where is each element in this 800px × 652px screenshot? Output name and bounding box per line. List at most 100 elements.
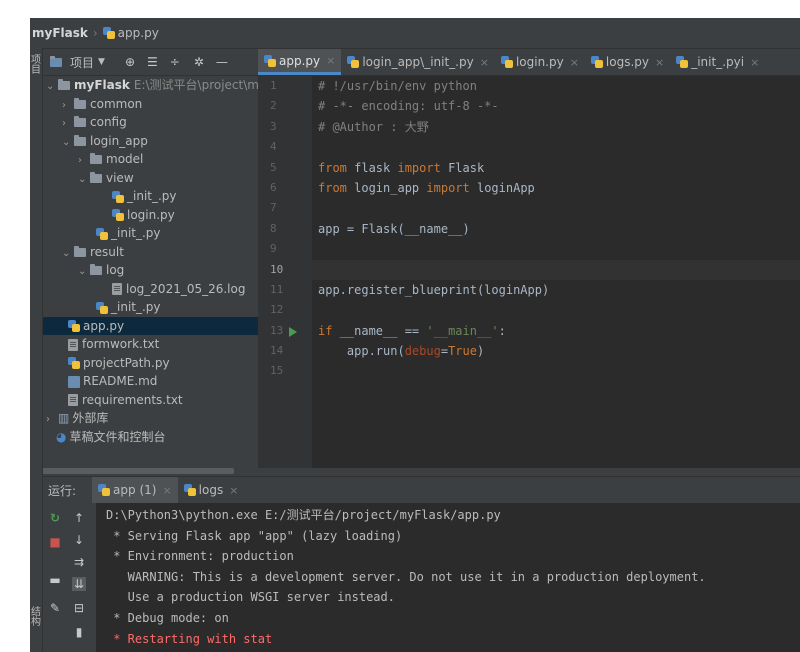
python-file-icon — [590, 56, 603, 68]
project-view-dropdown[interactable]: 项目 — [70, 54, 94, 71]
tree-item-log[interactable]: ⌄ log — [42, 261, 258, 280]
markdown-file-icon — [68, 375, 80, 388]
text-file-icon — [68, 338, 78, 351]
close-icon[interactable]: × — [570, 56, 579, 69]
tree-item-readme[interactable]: README.md — [42, 372, 258, 391]
tree-item-label: log — [106, 263, 125, 277]
code-token: app.register_blueprint(loginApp) — [318, 282, 550, 297]
tree-item-log-file[interactable]: log_2021_05_26.log — [42, 280, 258, 299]
close-icon[interactable]: × — [162, 484, 171, 497]
code-line: if __name__ == '__main__': — [312, 321, 800, 341]
tab-app-py[interactable]: app.py × — [258, 49, 342, 75]
code-string: '__main__' — [426, 323, 499, 338]
expand-all-icon[interactable]: ☰ — [147, 55, 158, 69]
code-token: ) — [476, 344, 485, 359]
panel-splitter[interactable] — [258, 468, 800, 476]
code-token: ) — [462, 221, 470, 236]
line-number: 2 — [270, 99, 277, 113]
tree-item-login-app[interactable]: ⌄ login_app — [42, 132, 258, 151]
tab-logs-py[interactable]: logs.py × — [585, 49, 670, 75]
tree-item-requirements[interactable]: requirements.txt — [42, 391, 258, 410]
layout-icon[interactable]: ▬ — [48, 573, 62, 587]
console-output[interactable]: D:\Python3\python.exe E:/测试平台/project/my… — [96, 503, 800, 652]
line-number: 5 — [270, 160, 277, 174]
close-icon[interactable]: × — [326, 54, 335, 67]
tree-item-scratches[interactable]: ◕ 草稿文件和控制台 — [42, 428, 258, 447]
python-run-icon — [98, 484, 111, 496]
tree-item-model[interactable]: › model — [42, 150, 258, 169]
pin-icon[interactable]: ✎ — [48, 601, 62, 615]
locate-icon[interactable]: ⊕ — [125, 55, 135, 69]
tab-login-app-init[interactable]: login_app\_init_.py × — [341, 49, 495, 75]
close-icon[interactable]: × — [229, 484, 238, 497]
line-number: 8 — [270, 221, 277, 235]
scroll-to-end-icon[interactable]: ⇊ — [72, 577, 86, 591]
breadcrumb-project[interactable]: myFlask — [32, 26, 88, 40]
tree-item-result-init[interactable]: _init_.py — [42, 298, 258, 317]
python-file-icon — [96, 301, 108, 314]
code-comment: # @Author : 大野 — [318, 119, 429, 134]
code-line: # -*- encoding: utf-8 -*- — [312, 96, 800, 116]
project-tool-label[interactable]: 项目 — [31, 56, 41, 76]
gear-icon[interactable]: ✲ — [194, 55, 204, 69]
tree-item-label: _init_.py — [111, 300, 161, 314]
console-line: WARNING: This is a development server. D… — [106, 569, 706, 584]
tree-item-path: E:\测试平台\project\myl — [133, 78, 258, 92]
tree-item-login-app-init[interactable]: _init_.py — [42, 224, 258, 243]
tree-item-login-py[interactable]: login.py — [42, 206, 258, 225]
console-line: * Serving Flask app "app" (lazy loading) — [106, 528, 403, 543]
arrow-up-icon[interactable]: ↑ — [72, 511, 86, 525]
code-token: app = Flask( — [318, 221, 405, 236]
tree-item-app-py[interactable]: app.py — [42, 316, 258, 335]
run-tab-label: app (1) — [113, 483, 157, 497]
code-keyword: True — [448, 344, 477, 359]
close-icon[interactable]: × — [655, 56, 664, 69]
tree-item-label: common — [90, 96, 143, 111]
arrow-down-icon[interactable]: ↓ — [72, 533, 86, 547]
tree-item-view[interactable]: ⌄ view — [42, 169, 258, 188]
tree-item-view-init[interactable]: _init_.py — [42, 187, 258, 206]
tree-item-common[interactable]: › common — [42, 95, 258, 114]
print-icon[interactable]: ⊟ — [72, 601, 86, 615]
code-token: app.run( — [318, 344, 405, 359]
tree-item-label: formwork.txt — [82, 337, 160, 351]
hide-icon[interactable]: — — [216, 55, 228, 69]
code-editor[interactable]: # !/usr/bin/env python # -*- encoding: u… — [312, 76, 800, 468]
tab-label: _init_.pyi — [691, 55, 745, 69]
python-file-icon — [264, 54, 276, 67]
tree-item-label: config — [90, 115, 127, 129]
project-view-icon — [50, 55, 62, 67]
rerun-icon[interactable]: ↻ — [48, 511, 62, 525]
python-file-icon — [102, 27, 115, 39]
close-icon[interactable]: × — [480, 56, 489, 69]
tree-item-result[interactable]: ⌄ result — [42, 243, 258, 262]
python-run-icon — [183, 484, 196, 496]
log-file-icon — [112, 283, 122, 295]
tree-horizontal-scrollbar[interactable] — [42, 468, 234, 474]
tree-item-projectpath[interactable]: projectPath.py — [42, 354, 258, 373]
stop-icon[interactable]: ■ — [48, 535, 62, 549]
structure-tool-label[interactable]: 结构 — [31, 608, 41, 628]
soft-wrap-icon[interactable]: ⇉ — [72, 555, 86, 569]
collapse-all-icon[interactable]: ÷ — [170, 55, 180, 69]
trash-icon[interactable]: ▮ — [72, 625, 86, 639]
tree-item-label: login.py — [127, 207, 175, 222]
close-icon[interactable]: × — [750, 56, 759, 69]
tree-item-formwork[interactable]: formwork.txt — [42, 335, 258, 354]
chevron-down-icon[interactable]: ▼ — [98, 57, 105, 67]
tree-item-external-libs[interactable]: › ▥ 外部库 — [42, 409, 258, 428]
tab-login-py[interactable]: login.py × — [495, 49, 585, 75]
ide-window: myFlask › app.py 项目 ▼ ⊕ ☰ ÷ ✲ — app.py × … — [30, 18, 800, 652]
tree-item-config[interactable]: › config — [42, 113, 258, 132]
line-number: 13 — [270, 323, 284, 337]
run-tab-app[interactable]: app (1) × — [92, 477, 178, 503]
tree-item-myflask[interactable]: ⌄ myFlask E:\测试平台\project\myl — [42, 76, 258, 95]
code-line: # !/usr/bin/env python — [312, 76, 800, 96]
run-tab-logs[interactable]: logs × — [178, 477, 245, 503]
tab-label: login.py — [515, 55, 564, 69]
folder-icon — [74, 97, 86, 109]
run-gutter-icon[interactable] — [289, 326, 297, 337]
breadcrumb-file[interactable]: app.py — [118, 26, 159, 40]
tab-init-pyi[interactable]: _init_.pyi × — [670, 49, 765, 75]
